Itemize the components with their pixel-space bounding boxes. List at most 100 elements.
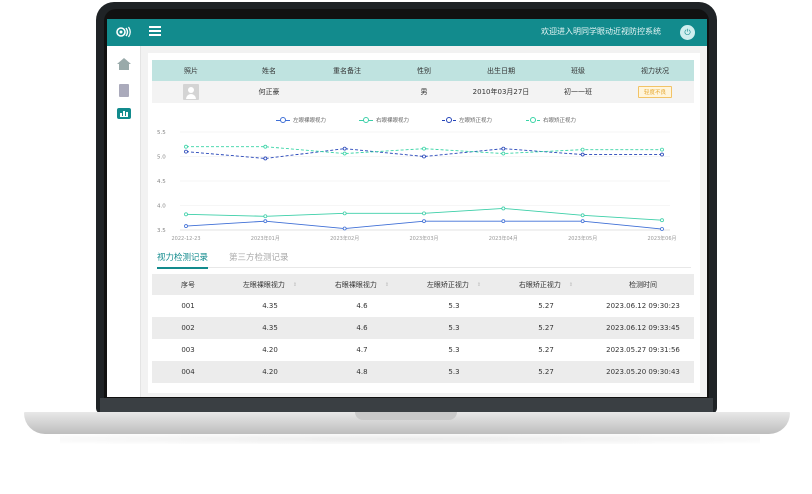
header-photo: 照片 [184,66,198,75]
data-point[interactable] [342,151,347,156]
header-birth-date: 出生日期 [487,66,515,75]
tab-vision-records[interactable]: 视力检测记录 [157,251,209,269]
laptop-frame: 欢迎进入明同学眼动近视防控系统 ⏻ 照片 姓名 重名备注 性别 出生日期 班级 [0,0,812,494]
record-time: 2023.05.20 09:30:43 [606,368,680,376]
data-point[interactable] [342,226,347,231]
col-test-time: 检测时间 [592,274,694,295]
col-right-corrected[interactable]: 右眼矫正视力 ⇕ [500,274,592,295]
data-point[interactable] [580,219,585,224]
data-point[interactable] [580,152,585,157]
sort-icon[interactable]: ⇕ [477,282,481,288]
data-point[interactable] [184,149,188,154]
data-point[interactable] [263,156,268,161]
data-point[interactable] [263,144,268,149]
data-point[interactable] [580,213,585,218]
data-point[interactable] [501,219,506,224]
duplicate-note [308,81,386,103]
col-label: 序号 [181,280,195,289]
data-point[interactable] [660,147,664,152]
col-label: 右眼矫正视力 [518,280,561,289]
data-point[interactable] [501,206,506,211]
tab-third-party-records[interactable]: 第三方检测记录 [229,251,289,263]
sidebar [107,46,141,397]
vision-status-badge: 轻度不良 [637,86,672,98]
document-icon[interactable] [116,84,132,98]
x-tick-label: 2023年05月 [568,235,597,242]
table-row: 001 4.35 4.6 5.3 5.27 2023.06.12 09:30:23 [152,295,694,317]
x-tick-label: 2023年06月 [647,235,676,242]
data-point[interactable] [422,146,426,151]
x-tick-label: 2022-12-23 [171,236,200,242]
sort-icon[interactable]: ⇕ [569,282,573,288]
menu-toggle-icon[interactable] [149,26,161,38]
data-point[interactable] [342,211,347,216]
col-label: 左眼矫正视力 [426,280,469,289]
record-left-naked: 4.35 [262,302,278,310]
student-name: 何正豪 [258,88,280,96]
record-left-naked: 4.20 [262,346,278,354]
data-point[interactable] [660,227,664,231]
sort-icon[interactable]: ⇕ [385,282,389,288]
student-info-row: 何正豪 男 2010年03月27日 初一一班 轻度不良 [152,81,694,103]
record-right-naked: 4.6 [356,324,368,332]
record-index: 001 [181,302,195,310]
record-left-corrected: 5.3 [448,302,460,310]
power-icon[interactable]: ⏻ [680,25,695,40]
data-point[interactable] [580,147,585,152]
legend-left-corrected[interactable]: 左眼矫正视力 [442,116,492,124]
main-panel: 照片 姓名 重名备注 性别 出生日期 班级 视力状况 何正豪 男 2010年03… [148,53,700,393]
data-point[interactable] [660,218,664,223]
photo-cell [152,81,230,103]
col-left-naked[interactable]: 左眼裸眼视力 ⇕ [224,274,316,295]
laptop-shadow [60,434,760,444]
col-right-naked[interactable]: 右眼裸眼视力 ⇕ [316,274,408,295]
legend-right-corrected[interactable]: 右眼矫正视力 [526,116,576,124]
data-point[interactable] [422,154,426,159]
record-right-corrected: 5.27 [538,346,554,354]
record-right-naked: 4.8 [356,368,368,376]
legend-label: 左眼矫正视力 [459,118,493,124]
table-row: 003 4.20 4.7 5.3 5.27 2023.05.27 09:31:56 [152,339,694,361]
data-point[interactable] [263,214,268,219]
data-point[interactable] [342,146,347,151]
data-point[interactable] [184,212,188,217]
data-point[interactable] [501,146,506,151]
y-tick-label: 3.5 [157,228,166,234]
bar-chart-icon[interactable] [117,108,131,119]
col-index: 序号 [152,274,224,295]
data-point[interactable] [263,219,268,224]
legend-label: 右眼矫正视力 [543,118,577,124]
data-point[interactable] [501,151,506,156]
record-left-corrected: 5.3 [448,346,460,354]
data-point[interactable] [422,219,426,224]
record-left-naked: 4.20 [262,368,278,376]
record-time: 2023.06.12 09:33:45 [606,324,680,332]
header-duplicate-note: 重名备注 [333,66,361,75]
data-point[interactable] [422,211,426,216]
legend-label: 右眼裸眼视力 [376,118,410,124]
data-point[interactable] [184,144,188,149]
data-point[interactable] [184,224,188,228]
legend-label: 左眼裸眼视力 [293,118,327,124]
record-right-naked: 4.6 [356,302,368,310]
legend-left-naked[interactable]: 左眼裸眼视力 [276,116,326,124]
records-table-header: 序号 左眼裸眼视力 ⇕ 右眼裸眼视力 ⇕ 左眼矫正视力 ⇕ 右眼矫正视力 ⇕ 检测时间 [152,274,694,295]
header-class: 班级 [571,66,585,75]
col-left-corrected[interactable]: 左眼矫正视力 ⇕ [408,274,500,295]
sort-icon[interactable]: ⇕ [293,282,297,288]
col-label: 左眼裸眼视力 [242,280,285,289]
eye-logo-icon [116,25,132,39]
app-screen: 欢迎进入明同学眼动近视防控系统 ⏻ 照片 姓名 重名备注 性别 出生日期 班级 [107,19,707,397]
record-right-corrected: 5.27 [538,324,554,332]
col-label: 检测时间 [629,280,657,289]
col-label: 右眼裸眼视力 [334,280,377,289]
chart-legend: 左眼裸眼视力 右眼裸眼视力 左眼矫正视力 右眼矫正视力 [148,114,700,126]
laptop-notch [355,412,457,420]
header-gender: 性别 [417,66,431,75]
table-row: 004 4.20 4.8 5.3 5.27 2023.05.20 09:30:43 [152,361,694,383]
record-right-corrected: 5.27 [538,302,554,310]
x-tick-label: 2023年02月 [330,235,359,242]
legend-right-naked[interactable]: 右眼裸眼视力 [359,116,409,124]
data-point[interactable] [660,152,664,157]
home-icon[interactable] [116,58,132,72]
